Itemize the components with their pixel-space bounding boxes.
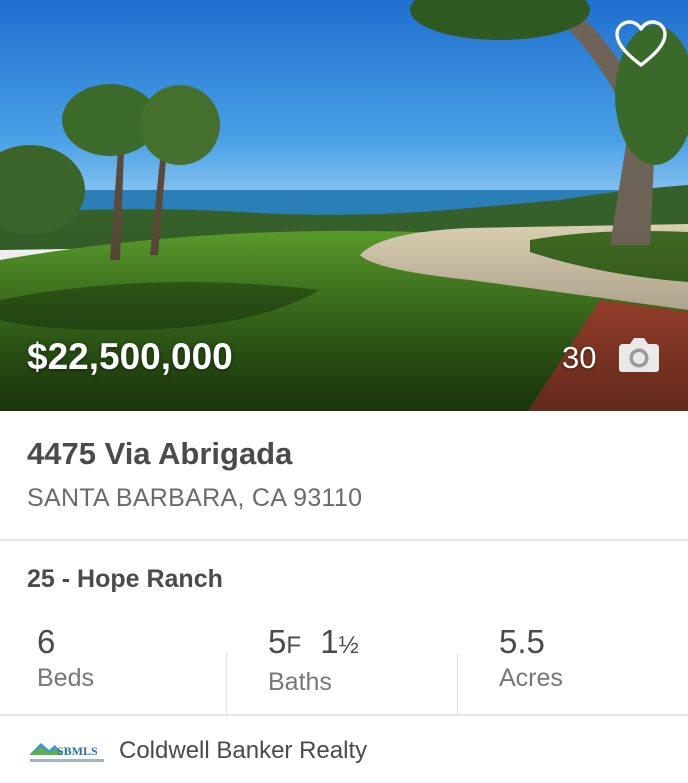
beds-value: 6 bbox=[37, 623, 56, 660]
listing-photo[interactable]: $22,500,000 30 bbox=[0, 0, 688, 411]
acres-label: Acres bbox=[499, 664, 563, 692]
camera-icon[interactable] bbox=[617, 336, 661, 374]
baths-full-suffix: F bbox=[286, 632, 302, 659]
sbmls-logo-text: SBMLS bbox=[57, 744, 98, 758]
baths-full: 5 bbox=[268, 623, 287, 660]
baths-stat: 5F 1½ Baths bbox=[268, 622, 359, 698]
listing-price: $22,500,000 bbox=[27, 336, 233, 377]
beds-label: Beds bbox=[37, 664, 94, 692]
address-section[interactable]: 4475 Via Abrigada SANTA BARBARA, CA 9311… bbox=[0, 411, 688, 540]
baths-half: 1 bbox=[320, 623, 339, 660]
divider bbox=[457, 653, 458, 715]
city-state-zip: SANTA BARBARA, CA 93110 bbox=[27, 484, 363, 512]
heart-outline-icon[interactable] bbox=[614, 19, 668, 69]
acres-stat: 5.5 Acres bbox=[499, 622, 563, 694]
photo-count: 30 bbox=[562, 340, 597, 375]
baths-label: Baths bbox=[268, 668, 332, 696]
acres-value: 5.5 bbox=[499, 623, 545, 660]
area-name: 25 - Hope Ranch bbox=[27, 565, 223, 593]
listing-card[interactable]: $22,500,000 30 4475 Via Abrigada SANTA B… bbox=[0, 0, 688, 783]
divider bbox=[0, 539, 688, 541]
divider bbox=[226, 653, 227, 715]
divider bbox=[0, 714, 688, 716]
listing-broker: Coldwell Banker Realty bbox=[119, 737, 368, 764]
sbmls-logo: SBMLS bbox=[29, 743, 104, 762]
street-address[interactable]: 4475 Via Abrigada bbox=[27, 436, 292, 472]
baths-half-suffix: ½ bbox=[338, 632, 359, 659]
beds-stat: 6 Beds bbox=[37, 622, 94, 694]
baths-value: 5F 1½ bbox=[268, 622, 359, 666]
